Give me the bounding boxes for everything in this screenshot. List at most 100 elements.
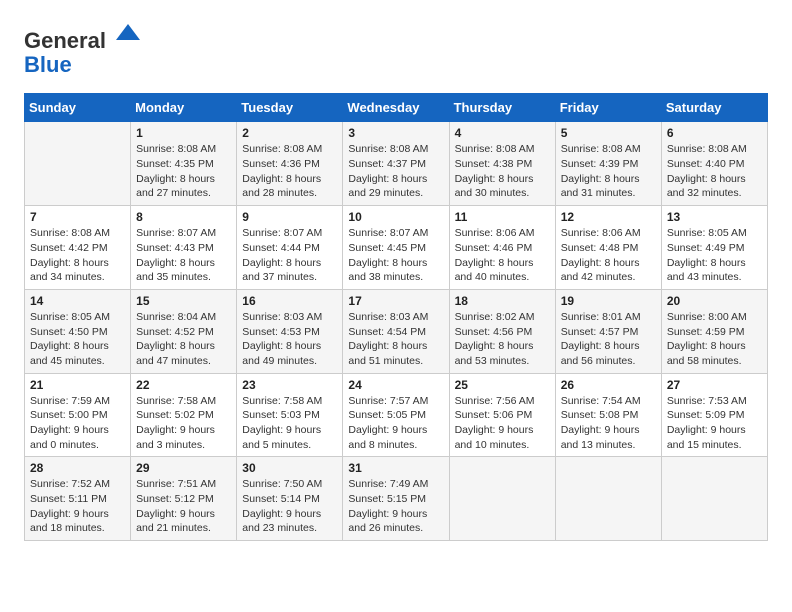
calendar-cell: 16Sunrise: 8:03 AMSunset: 4:53 PMDayligh… (237, 289, 343, 373)
day-number: 2 (242, 126, 337, 140)
day-number: 15 (136, 294, 231, 308)
calendar-cell: 1 Sunrise: 8:08 AMSunset: 4:35 PMDaylight… (131, 122, 237, 206)
day-header-saturday: Saturday (661, 94, 767, 122)
day-number: 20 (667, 294, 762, 308)
day-number: 21 (30, 378, 125, 392)
day-info: Sunrise: 8:08 AMSunset: 4:40 PMDaylight:… (667, 142, 762, 201)
day-info: Sunrise: 8:00 AMSunset: 4:59 PMDaylight:… (667, 310, 762, 369)
calendar-cell: 11 Sunrise: 8:06 AMSunset: 4:46 PMDayligh… (449, 206, 555, 290)
day-info: Sunrise: 8:08 AMSunset: 4:38 PMDaylight:… (455, 142, 550, 201)
day-number: 24 (348, 378, 443, 392)
logo: General Blue (24, 20, 142, 77)
day-info: Sunrise: 8:07 AMSunset: 4:44 PMDaylight:… (242, 226, 337, 285)
logo-text: General (24, 20, 142, 53)
day-info: Sunrise: 7:59 AMSunset: 5:00 PMDaylight:… (30, 394, 125, 453)
day-info: Sunrise: 7:50 AMSunset: 5:14 PMDaylight:… (242, 477, 337, 536)
day-info: Sunrise: 8:05 AMSunset: 4:49 PMDaylight:… (667, 226, 762, 285)
calendar-cell: 15 Sunrise: 8:04 AMSunset: 4:52 PMDayligh… (131, 289, 237, 373)
calendar-cell: 22 Sunrise: 7:58 AMSunset: 5:02 PMDayligh… (131, 373, 237, 457)
day-info: Sunrise: 8:03 AMSunset: 4:54 PMDaylight:… (348, 310, 443, 369)
day-number: 14 (30, 294, 125, 308)
day-info: Sunrise: 7:56 AMSunset: 5:06 PMDaylight:… (455, 394, 550, 453)
day-number: 23 (242, 378, 337, 392)
day-number: 31 (348, 461, 443, 475)
day-number: 11 (455, 210, 550, 224)
day-number: 22 (136, 378, 231, 392)
day-number: 10 (348, 210, 443, 224)
calendar-cell: 2 Sunrise: 8:08 AMSunset: 4:36 PMDaylight… (237, 122, 343, 206)
logo-general: General (24, 28, 106, 53)
day-info: Sunrise: 8:08 AMSunset: 4:42 PMDaylight:… (30, 226, 125, 285)
day-number: 29 (136, 461, 231, 475)
day-info: Sunrise: 7:58 AMSunset: 5:03 PMDaylight:… (242, 394, 337, 453)
day-header-monday: Monday (131, 94, 237, 122)
calendar-cell: 30 Sunrise: 7:50 AMSunset: 5:14 PMDayligh… (237, 457, 343, 541)
calendar-cell: 28Sunrise: 7:52 AMSunset: 5:11 PMDayligh… (25, 457, 131, 541)
calendar-header-row: SundayMondayTuesdayWednesdayThursdayFrid… (25, 94, 768, 122)
calendar-cell: 27 Sunrise: 7:53 AMSunset: 5:09 PMDayligh… (661, 373, 767, 457)
calendar-cell: 7 Sunrise: 8:08 AMSunset: 4:42 PMDaylight… (25, 206, 131, 290)
calendar-week-row: 28Sunrise: 7:52 AMSunset: 5:11 PMDayligh… (25, 457, 768, 541)
day-info: Sunrise: 7:57 AMSunset: 5:05 PMDaylight:… (348, 394, 443, 453)
calendar-cell: 26 Sunrise: 7:54 AMSunset: 5:08 PMDayligh… (555, 373, 661, 457)
page-header: General Blue (24, 20, 768, 77)
calendar-week-row: 21 Sunrise: 7:59 AMSunset: 5:00 PMDayligh… (25, 373, 768, 457)
day-number: 17 (348, 294, 443, 308)
day-number: 3 (348, 126, 443, 140)
day-info: Sunrise: 7:52 AMSunset: 5:11 PMDaylight:… (30, 477, 125, 536)
calendar-cell: 5 Sunrise: 8:08 AMSunset: 4:39 PMDaylight… (555, 122, 661, 206)
day-info: Sunrise: 7:51 AMSunset: 5:12 PMDaylight:… (136, 477, 231, 536)
day-number: 7 (30, 210, 125, 224)
day-info: Sunrise: 8:04 AMSunset: 4:52 PMDaylight:… (136, 310, 231, 369)
day-info: Sunrise: 8:02 AMSunset: 4:56 PMDaylight:… (455, 310, 550, 369)
calendar-cell: 21 Sunrise: 7:59 AMSunset: 5:00 PMDayligh… (25, 373, 131, 457)
logo-blue: Blue (24, 52, 72, 77)
day-info: Sunrise: 8:07 AMSunset: 4:45 PMDaylight:… (348, 226, 443, 285)
calendar-cell: 31Sunrise: 7:49 AMSunset: 5:15 PMDayligh… (343, 457, 449, 541)
calendar-week-row: 1 Sunrise: 8:08 AMSunset: 4:35 PMDaylight… (25, 122, 768, 206)
day-header-wednesday: Wednesday (343, 94, 449, 122)
day-info: Sunrise: 8:01 AMSunset: 4:57 PMDaylight:… (561, 310, 656, 369)
day-number: 26 (561, 378, 656, 392)
day-number: 30 (242, 461, 337, 475)
day-header-friday: Friday (555, 94, 661, 122)
logo-blue-text: Blue (24, 53, 142, 77)
calendar-cell: 29 Sunrise: 7:51 AMSunset: 5:12 PMDayligh… (131, 457, 237, 541)
logo-icon (114, 20, 142, 48)
calendar-cell: 8Sunrise: 8:07 AMSunset: 4:43 PMDaylight… (131, 206, 237, 290)
day-number: 19 (561, 294, 656, 308)
day-info: Sunrise: 8:06 AMSunset: 4:46 PMDaylight:… (455, 226, 550, 285)
day-info: Sunrise: 8:03 AMSunset: 4:53 PMDaylight:… (242, 310, 337, 369)
calendar-cell: 17 Sunrise: 8:03 AMSunset: 4:54 PMDayligh… (343, 289, 449, 373)
day-info: Sunrise: 7:54 AMSunset: 5:08 PMDaylight:… (561, 394, 656, 453)
day-info: Sunrise: 7:53 AMSunset: 5:09 PMDaylight:… (667, 394, 762, 453)
day-header-sunday: Sunday (25, 94, 131, 122)
day-number: 6 (667, 126, 762, 140)
day-info: Sunrise: 8:07 AMSunset: 4:43 PMDaylight:… (136, 226, 231, 285)
day-number: 1 (136, 126, 231, 140)
calendar-cell (555, 457, 661, 541)
calendar-cell: 23 Sunrise: 7:58 AMSunset: 5:03 PMDayligh… (237, 373, 343, 457)
calendar-cell: 19 Sunrise: 8:01 AMSunset: 4:57 PMDayligh… (555, 289, 661, 373)
calendar-cell: 6 Sunrise: 8:08 AMSunset: 4:40 PMDaylight… (661, 122, 767, 206)
day-info: Sunrise: 8:06 AMSunset: 4:48 PMDaylight:… (561, 226, 656, 285)
calendar-cell: 18 Sunrise: 8:02 AMSunset: 4:56 PMDayligh… (449, 289, 555, 373)
day-number: 27 (667, 378, 762, 392)
day-info: Sunrise: 8:08 AMSunset: 4:39 PMDaylight:… (561, 142, 656, 201)
day-info: Sunrise: 8:08 AMSunset: 4:37 PMDaylight:… (348, 142, 443, 201)
day-number: 5 (561, 126, 656, 140)
calendar-cell: 13 Sunrise: 8:05 AMSunset: 4:49 PMDayligh… (661, 206, 767, 290)
calendar-cell: 12Sunrise: 8:06 AMSunset: 4:48 PMDayligh… (555, 206, 661, 290)
day-info: Sunrise: 8:08 AMSunset: 4:36 PMDaylight:… (242, 142, 337, 201)
day-number: 18 (455, 294, 550, 308)
calendar-cell (449, 457, 555, 541)
calendar-table: SundayMondayTuesdayWednesdayThursdayFrid… (24, 93, 768, 541)
day-header-thursday: Thursday (449, 94, 555, 122)
calendar-cell: 9Sunrise: 8:07 AMSunset: 4:44 PMDaylight… (237, 206, 343, 290)
calendar-cell: 3 Sunrise: 8:08 AMSunset: 4:37 PMDaylight… (343, 122, 449, 206)
day-number: 13 (667, 210, 762, 224)
day-info: Sunrise: 7:58 AMSunset: 5:02 PMDaylight:… (136, 394, 231, 453)
day-info: Sunrise: 8:08 AMSunset: 4:35 PMDaylight:… (136, 142, 231, 201)
calendar-cell: 4Sunrise: 8:08 AMSunset: 4:38 PMDaylight… (449, 122, 555, 206)
calendar-cell (661, 457, 767, 541)
